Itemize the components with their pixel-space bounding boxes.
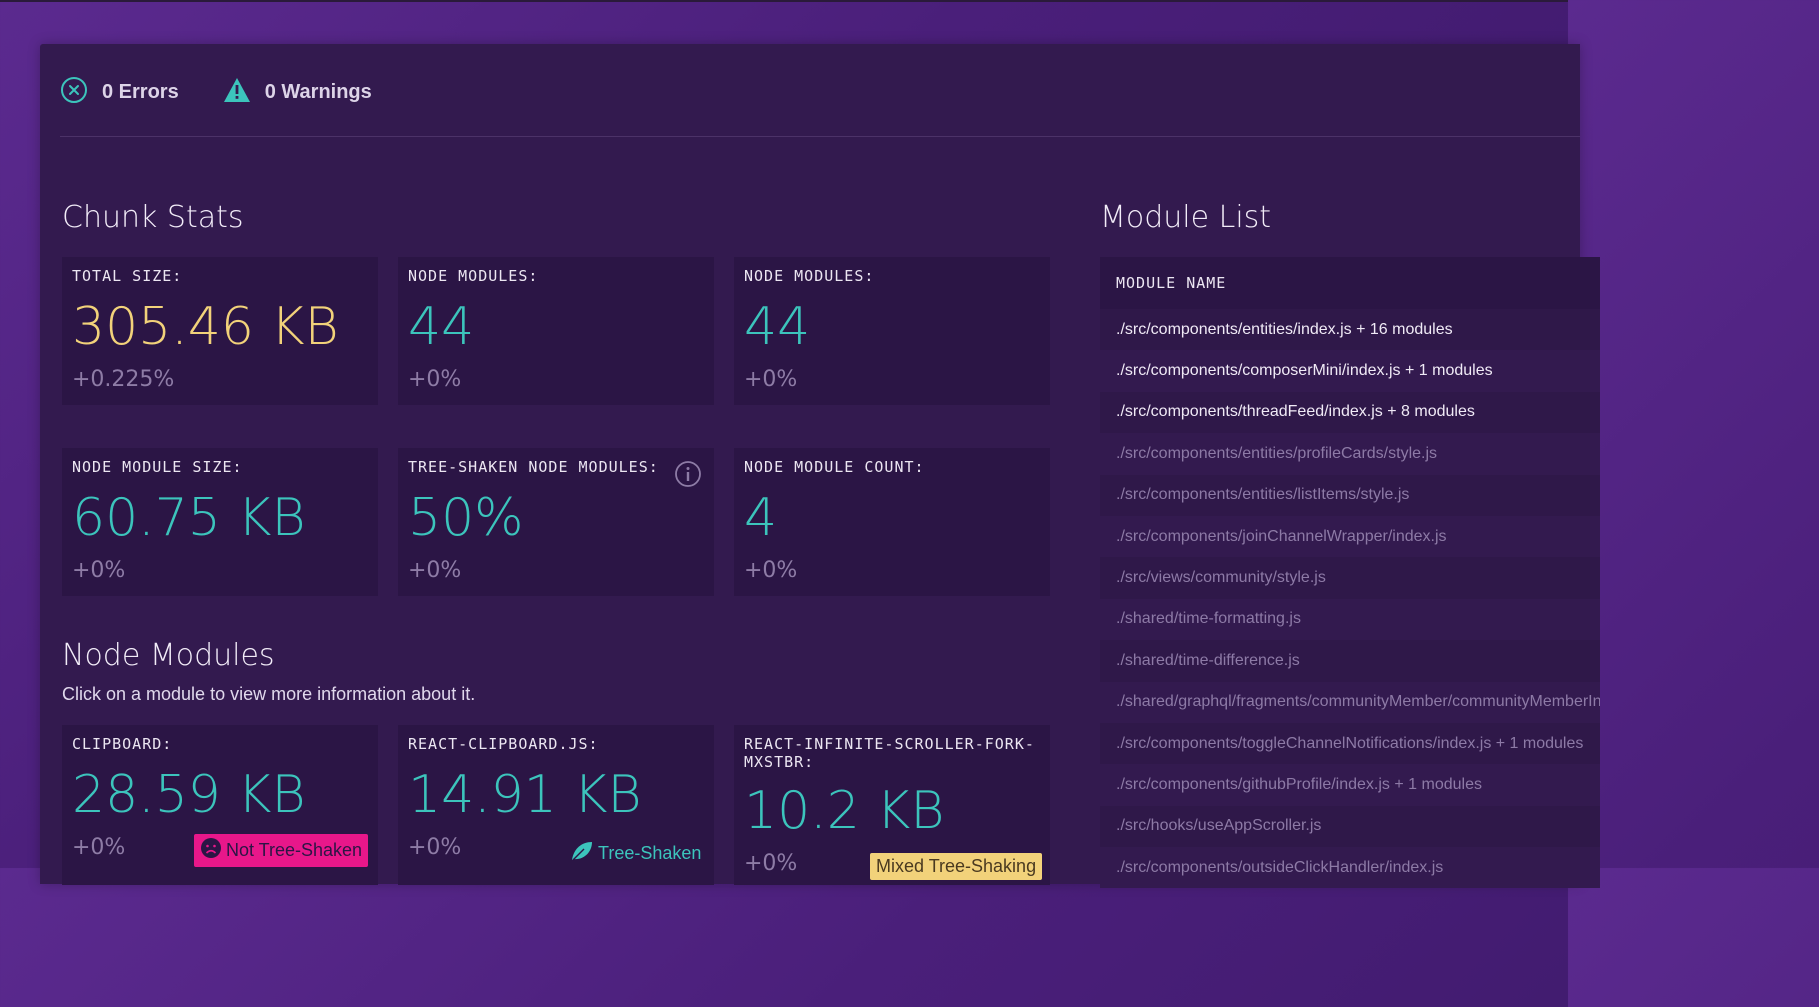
module-list-row[interactable]: ./src/components/threadFeed/index.js + 8… (1100, 391, 1600, 434)
header-divider (60, 136, 1580, 137)
warning-triangle-icon (223, 77, 251, 107)
stat-label: NODE MODULES: (408, 267, 539, 285)
stat-value: 4 (744, 488, 778, 548)
stat-card-total-size: TOTAL SIZE: 305.46 KB +0.225% (62, 257, 378, 405)
stat-card-node-module-size: NODE MODULE SIZE: 60.75 KB +0% (62, 448, 378, 596)
stat-value: 50% (408, 488, 524, 548)
stat-card-tree-shaken: TREE-SHAKEN NODE MODULES: 50% +0% (398, 448, 714, 596)
module-rows: ./src/components/entities/index.js + 16 … (1100, 309, 1600, 889)
warnings-count: 0 Warnings (264, 80, 372, 103)
node-module-card-react-infinite-scroller[interactable]: REACT-INFINITE-SCROLLER-FORK-MXSTBR: 10.… (734, 725, 1050, 885)
stat-card-node-module-count: NODE MODULE COUNT: 4 +0% (734, 448, 1050, 596)
info-icon[interactable] (674, 460, 702, 492)
node-module-card-react-clipboard[interactable]: REACT-CLIPBOARD.JS: 14.91 KB +0% Tree-Sh… (398, 725, 714, 885)
node-modules-subtitle: Click on a module to view more informati… (62, 684, 476, 704)
module-label: CLIPBOARD: (72, 735, 173, 753)
module-list-row[interactable]: ./src/components/composerMini/index.js +… (1100, 350, 1600, 392)
stat-value: 44 (408, 297, 475, 357)
stat-delta: +0.225% (72, 367, 175, 392)
chunk-stats-title: Chunk Stats (62, 200, 244, 235)
stat-label: NODE MODULE COUNT: (744, 458, 925, 476)
module-list-row[interactable]: ./src/components/githubProfile/index.js … (1100, 764, 1600, 806)
module-size: 14.91 KB (408, 765, 642, 825)
stat-label: NODE MODULES: (744, 267, 875, 285)
stat-label: TOTAL SIZE: (72, 267, 183, 285)
warnings-status[interactable]: 0 Warnings (223, 77, 372, 107)
stat-value: 60.75 KB (72, 488, 306, 548)
stat-delta: +0% (72, 558, 126, 583)
module-list-row[interactable]: ./src/views/community/style.js (1100, 557, 1600, 599)
module-list-row[interactable]: ./shared/graphql/fragments/communityMemb… (1100, 681, 1600, 723)
module-list-row[interactable]: ./src/components/outsideClickHandler/ind… (1100, 847, 1600, 889)
status-bar: 0 Errors 0 Warnings (60, 76, 372, 108)
stat-label: TREE-SHAKEN NODE MODULES: (408, 458, 659, 476)
badge-label: Tree-Shaken (598, 843, 702, 863)
module-list-row[interactable]: ./shared/time-difference.js (1100, 640, 1600, 682)
module-name-column-header[interactable]: MODULE NAME (1100, 257, 1600, 309)
badge-label: Not Tree-Shaken (226, 840, 363, 860)
errors-status[interactable]: 0 Errors (60, 76, 179, 108)
module-list-table: MODULE NAME ./src/components/entities/in… (1100, 257, 1600, 889)
stat-delta: +0% (744, 367, 798, 392)
module-label: REACT-INFINITE-SCROLLER-FORK-MXSTBR: (744, 735, 1035, 771)
stat-label: NODE MODULE SIZE: (72, 458, 243, 476)
module-size: 28.59 KB (72, 765, 306, 825)
stat-card-node-modules: NODE MODULES: 44 +0% (398, 257, 714, 405)
module-list-row[interactable]: ./src/components/joinChannelWrapper/inde… (1100, 515, 1600, 558)
node-module-card-clipboard[interactable]: CLIPBOARD: 28.59 KB +0% Not Tree-Shaken (62, 725, 378, 885)
module-list-row[interactable]: ./src/components/entities/index.js + 16 … (1100, 309, 1600, 351)
module-label: REACT-CLIPBOARD.JS: (408, 735, 599, 753)
stat-card-node-modules-2: NODE MODULES: 44 +0% (734, 257, 1050, 405)
module-size: 10.2 KB (744, 781, 945, 841)
node-modules-title: Node Modules (62, 638, 275, 673)
window-top-edge (0, 0, 1568, 2)
module-list-row[interactable]: ./src/components/entities/listItems/styl… (1100, 474, 1600, 516)
module-list-row[interactable]: ./src/components/toggleChannelNotificati… (1100, 722, 1600, 765)
mixed-tree-shaking-badge: Mixed Tree-Shaking (870, 853, 1043, 880)
error-circle-icon (60, 76, 88, 108)
badge-label: Mixed Tree-Shaking (876, 856, 1037, 876)
stat-delta: +0% (408, 367, 462, 392)
sad-face-icon (200, 837, 222, 864)
leaf-icon (570, 840, 594, 867)
stat-value: 305.46 KB (72, 297, 339, 357)
stat-delta: +0% (408, 558, 462, 583)
main-panel: 0 Errors 0 Warnings Chunk Stats TOTAL SI… (40, 44, 1600, 889)
tree-shaken-badge: Tree-Shaken (564, 837, 707, 870)
errors-count: 0 Errors (102, 80, 179, 103)
not-tree-shaken-badge: Not Tree-Shaken (194, 834, 369, 867)
stat-delta: +0% (744, 558, 798, 583)
module-list-row[interactable]: ./src/components/entities/profileCards/s… (1100, 433, 1600, 475)
module-list-row[interactable]: ./shared/time-formatting.js (1100, 598, 1600, 641)
module-list-row[interactable]: ./src/hooks/useAppScroller.js (1100, 805, 1600, 848)
stat-value: 44 (744, 297, 811, 357)
module-list-title: Module List (1100, 200, 1272, 235)
